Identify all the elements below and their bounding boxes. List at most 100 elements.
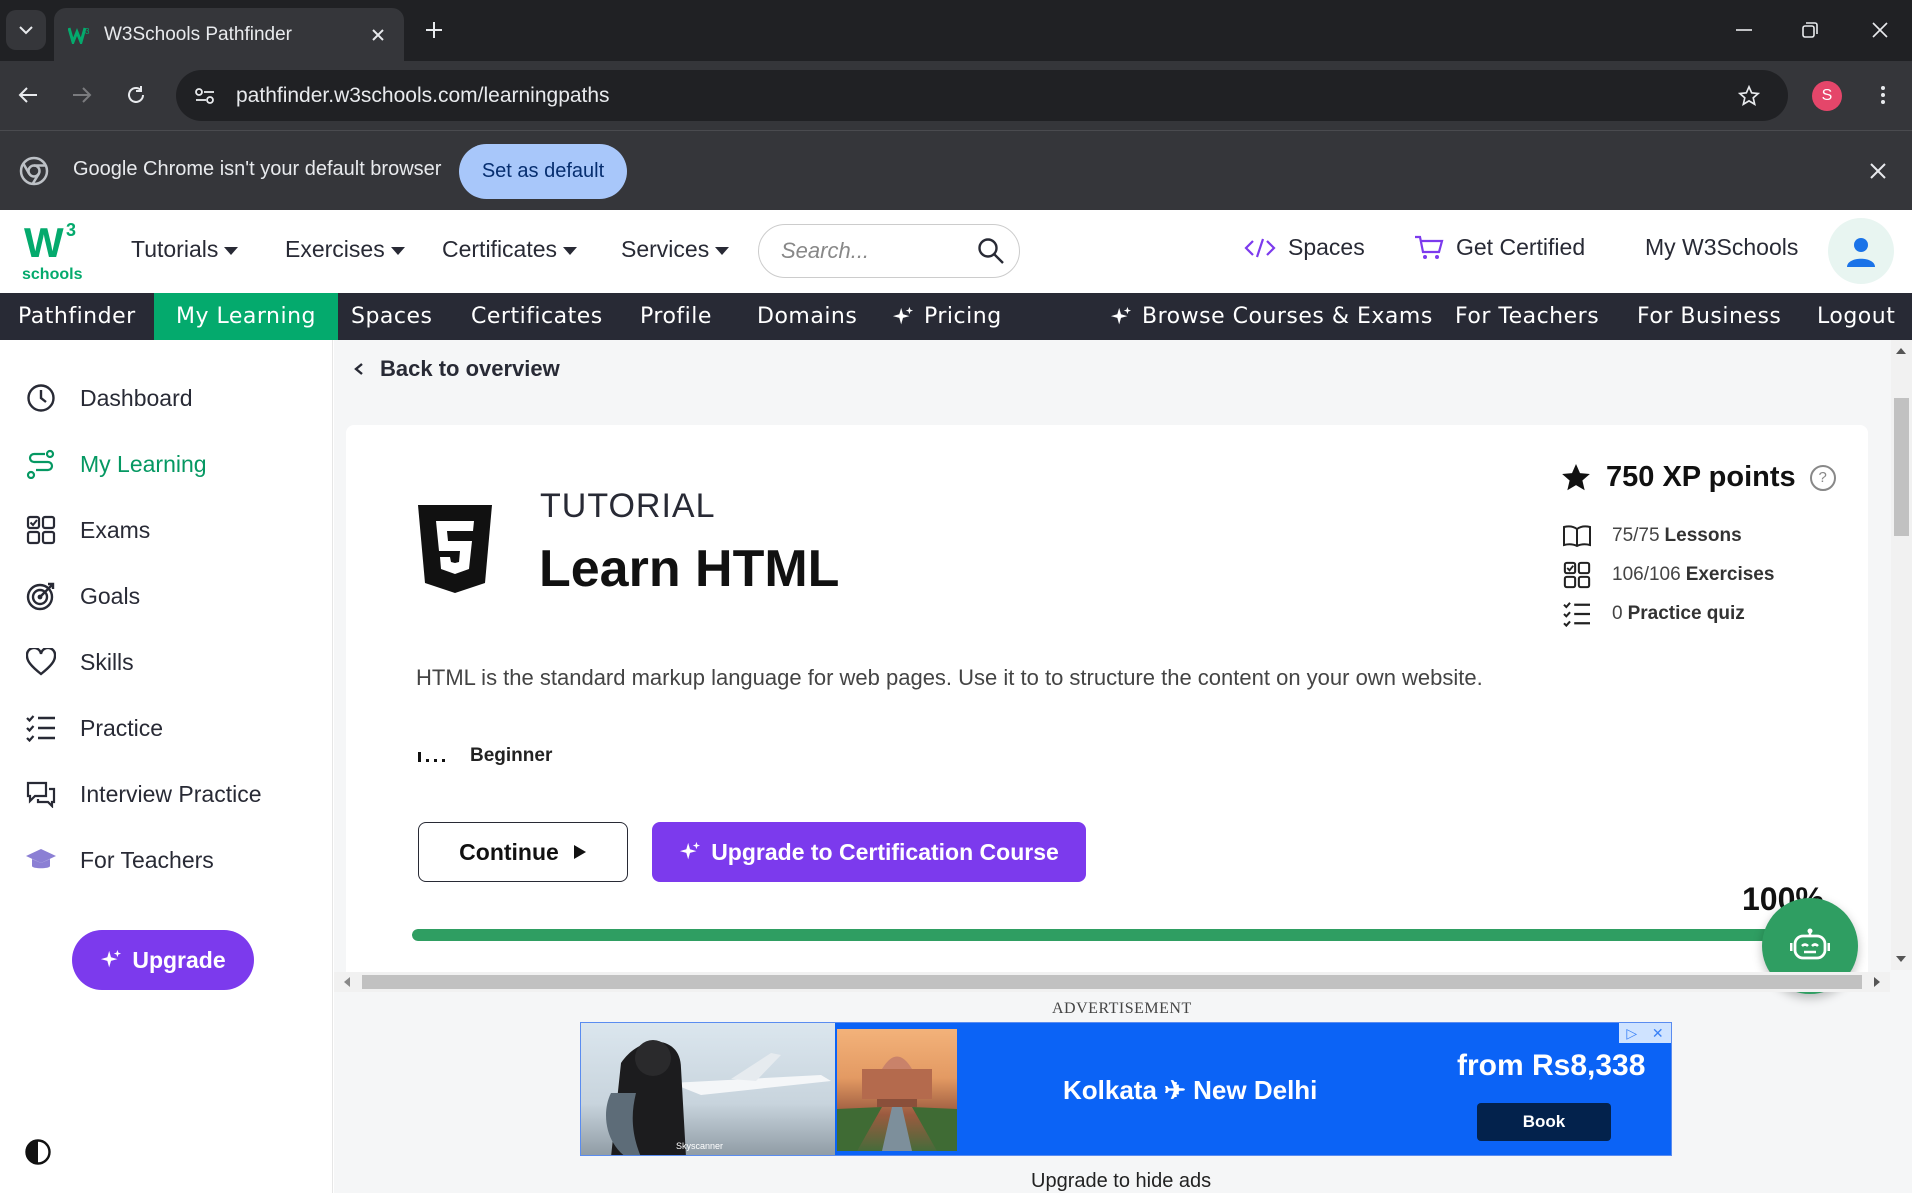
browser-menu-icon[interactable] xyxy=(1868,75,1898,115)
sidebar-item-interview-practice[interactable]: Interview Practice xyxy=(24,774,262,814)
sidebar-item-label: Practice xyxy=(80,714,164,741)
menu-label: Certificates xyxy=(442,236,558,262)
scroll-right-icon[interactable] xyxy=(1872,976,1882,988)
menu-certificates[interactable]: Certificates xyxy=(442,236,578,263)
checklist-icon xyxy=(1562,599,1592,629)
grid-check-icon xyxy=(1562,560,1592,590)
nav-spaces[interactable]: Spaces xyxy=(351,293,433,340)
exercises-label: Exercises xyxy=(1685,564,1775,585)
nav-certificates[interactable]: Certificates xyxy=(471,293,603,340)
infobar-close-icon[interactable] xyxy=(1862,155,1894,187)
sidebar-item-exams[interactable]: Exams xyxy=(24,510,150,550)
sidebar-item-skills[interactable]: Skills xyxy=(24,642,134,682)
nav-pricing-label: Pricing xyxy=(924,304,1002,329)
back-to-overview-link[interactable]: Back to overview xyxy=(352,356,560,382)
new-tab-button[interactable] xyxy=(418,14,450,46)
horizontal-scroll-thumb[interactable] xyxy=(362,975,1862,989)
nav-for-business[interactable]: For Business xyxy=(1637,293,1781,340)
nav-pathfinder[interactable]: Pathfinder xyxy=(0,293,154,340)
nav-domains[interactable]: Domains xyxy=(757,293,857,340)
ad-choices[interactable]: ▷ ✕ xyxy=(1619,1023,1671,1043)
upgrade-button[interactable]: Upgrade xyxy=(72,930,254,990)
sparkle-icon xyxy=(101,949,122,968)
vertical-scroll-thumb[interactable] xyxy=(1894,398,1909,536)
my-w3schools-label: My W3Schools xyxy=(1645,234,1799,260)
contrast-toggle-icon[interactable] xyxy=(24,1138,52,1166)
close-window-button[interactable] xyxy=(1852,10,1908,50)
caret-down-icon xyxy=(563,246,578,255)
nav-browse-courses[interactable]: Browse Courses & Exams xyxy=(1110,293,1433,340)
w3schools-logo[interactable]: W 3 schools xyxy=(20,220,84,284)
main-content: Back to overview TUTORIAL Learn HTML 750… xyxy=(334,340,1912,1193)
sidebar-item-label: Skills xyxy=(80,648,134,675)
vertical-scrollbar[interactable] xyxy=(1891,340,1912,970)
user-avatar[interactable] xyxy=(1828,218,1894,284)
sidebar-item-label: Goals xyxy=(80,582,141,609)
profile-avatar[interactable]: S xyxy=(1812,81,1842,111)
menu-exercises[interactable]: Exercises xyxy=(285,236,405,263)
continue-button[interactable]: Continue xyxy=(418,822,628,882)
horizontal-scrollbar[interactable] xyxy=(334,972,1890,992)
book-icon xyxy=(1562,521,1592,551)
exercises-value: 106/106 xyxy=(1612,564,1681,585)
address-bar[interactable]: pathfinder.w3schools.com/learningpaths xyxy=(176,70,1788,121)
restore-button[interactable] xyxy=(1782,10,1838,50)
upgrade-certification-button[interactable]: Upgrade to Certification Course xyxy=(652,822,1086,882)
sidebar-item-label: My Learning xyxy=(80,450,207,477)
checklist-icon xyxy=(24,711,58,745)
get-certified-label: Get Certified xyxy=(1456,234,1586,260)
set-default-button[interactable]: Set as default xyxy=(459,144,627,199)
nav-logout[interactable]: Logout xyxy=(1817,293,1895,340)
nav-my-learning[interactable]: My Learning xyxy=(154,293,339,340)
progress-fill xyxy=(412,929,1802,941)
menu-services[interactable]: Services xyxy=(621,236,730,263)
html5-icon xyxy=(418,505,492,593)
minimize-button[interactable] xyxy=(1716,10,1772,50)
upgrade-to-hide-ads-link[interactable]: Upgrade to hide ads xyxy=(1031,1170,1211,1193)
ad-choices-icon[interactable]: ▷ xyxy=(1626,1025,1637,1042)
arrow-left-icon xyxy=(18,87,37,103)
sidebar-item-dashboard[interactable]: Dashboard xyxy=(24,378,193,418)
sidebar-item-practice[interactable]: Practice xyxy=(24,708,163,748)
advertisement-banner[interactable]: Skyscanner Kolkata ✈ New Delhi from Rs8,… xyxy=(580,1022,1672,1156)
search-icon[interactable] xyxy=(977,237,1005,265)
scroll-left-icon[interactable] xyxy=(342,976,352,988)
sparkle-icon xyxy=(1110,306,1132,324)
ad-book-button[interactable]: Book xyxy=(1477,1103,1611,1141)
level-bars-icon xyxy=(418,752,445,762)
scroll-down-icon[interactable] xyxy=(1895,954,1907,964)
menu-tutorials[interactable]: Tutorials xyxy=(131,236,239,263)
w3-favicon-icon: 3 xyxy=(68,27,90,44)
back-button[interactable] xyxy=(8,75,48,115)
reload-button[interactable] xyxy=(116,75,156,115)
browser-tab[interactable]: 3 W3Schools Pathfinder xyxy=(54,8,404,61)
level-label: Beginner xyxy=(470,745,553,766)
nav-for-teachers[interactable]: For Teachers xyxy=(1455,293,1599,340)
ad-close-icon[interactable]: ✕ xyxy=(1652,1025,1664,1042)
upgrade-certification-label: Upgrade to Certification Course xyxy=(711,838,1059,865)
tab-close-icon[interactable] xyxy=(366,23,390,47)
target-icon xyxy=(24,579,58,613)
nav-profile[interactable]: Profile xyxy=(640,293,712,340)
tab-search-button[interactable] xyxy=(6,10,46,50)
graduation-cap-icon xyxy=(24,843,58,877)
sidebar-item-my-learning[interactable]: My Learning xyxy=(24,444,207,484)
browser-tabstrip: 3 W3Schools Pathfinder xyxy=(0,0,1912,61)
sidebar-item-for-teachers[interactable]: For Teachers xyxy=(24,840,214,880)
nav-pricing[interactable]: Pricing xyxy=(892,293,1002,340)
spaces-link[interactable]: Spaces xyxy=(1244,234,1365,261)
scroll-up-icon[interactable] xyxy=(1895,346,1907,356)
bookmark-star-icon[interactable] xyxy=(1732,79,1766,113)
forward-button[interactable] xyxy=(62,75,102,115)
my-w3schools-link[interactable]: My W3Schools xyxy=(1645,234,1798,261)
site-info-icon[interactable] xyxy=(190,81,220,111)
site-header: W 3 schools Tutorials Exercises Certific… xyxy=(0,210,1912,293)
arrow-right-icon xyxy=(73,87,92,103)
get-certified-link[interactable]: Get Certified xyxy=(1414,234,1585,261)
caret-down-icon xyxy=(390,246,405,255)
ad-photo-monument xyxy=(837,1029,957,1151)
sidebar-item-goals[interactable]: Goals xyxy=(24,576,140,616)
help-icon[interactable]: ? xyxy=(1809,464,1836,491)
level-indicator: Beginner xyxy=(416,745,552,767)
search-input[interactable]: Search... xyxy=(758,224,1020,278)
